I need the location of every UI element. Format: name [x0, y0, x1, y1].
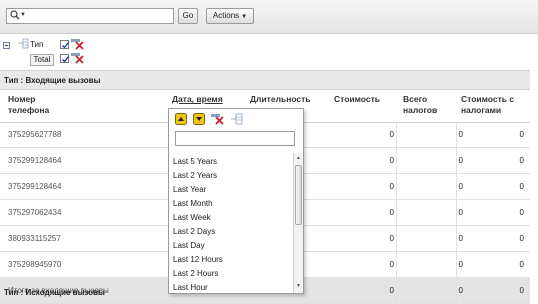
list-item[interactable]: Last Month: [173, 199, 213, 208]
chevron-down-icon: ▼: [241, 14, 248, 20]
list-item[interactable]: Last Day: [173, 241, 205, 250]
search-field[interactable]: ▼: [6, 8, 174, 24]
list-item[interactable]: Last Year: [173, 185, 206, 194]
divider: [456, 252, 457, 278]
group-header: Тип : Входящие вызовы: [0, 70, 530, 90]
divider: [456, 200, 457, 226]
divider: [456, 278, 457, 304]
phone-cell: 375298945970: [8, 260, 62, 269]
list-item[interactable]: Last 2 Days: [173, 227, 215, 236]
scrollbar-thumb[interactable]: [295, 165, 302, 225]
checkmark-icon: [62, 42, 70, 49]
total-sum-cell: 0: [519, 286, 524, 295]
divider: [456, 148, 457, 174]
cost-cell: 0: [389, 234, 394, 243]
taxes-cell: 0: [458, 156, 463, 165]
divider: [396, 278, 397, 304]
control-break-icon[interactable]: [231, 113, 243, 125]
cost-cell: 0: [389, 208, 394, 217]
total-label: Total: [30, 54, 54, 66]
search-input[interactable]: [29, 10, 169, 22]
divider: [396, 122, 397, 148]
cost-cell: 0: [389, 182, 394, 191]
checkmark-icon: [62, 56, 70, 63]
report-toolbar: ▼ Go Actions ▼: [0, 0, 538, 34]
search-column-dropdown-icon[interactable]: ▼: [20, 12, 26, 18]
divider: [456, 122, 457, 148]
control-break-type-label: Тип: [30, 40, 44, 49]
total-enable-checkbox[interactable]: [60, 54, 70, 63]
list-item[interactable]: Last 5 Years: [173, 157, 217, 166]
remove-total-icon[interactable]: [71, 52, 85, 64]
options-scrollbar[interactable]: ▲ ▼: [293, 153, 303, 293]
actions-label: Actions: [212, 11, 240, 20]
total-cell: 0: [519, 130, 524, 139]
column-header-datetime[interactable]: Дата, время: [172, 94, 223, 105]
divider: [396, 174, 397, 200]
remove-filter-icon[interactable]: [71, 38, 85, 50]
column-header-cost-with-taxes[interactable]: Стоимость с налогами: [461, 94, 529, 116]
total-cell: 0: [519, 182, 524, 191]
column-header-phone[interactable]: Номер телефона: [8, 94, 78, 116]
taxes-cell: 0: [458, 234, 463, 243]
list-item[interactable]: Last 2 Years: [173, 171, 217, 180]
list-item[interactable]: Last 12 Hours: [173, 255, 223, 264]
total-cell: 0: [519, 156, 524, 165]
cost-cell: 0: [389, 130, 394, 139]
column-break-icon: [18, 38, 29, 49]
column-heading-menu: Last 5 Years Last 2 Years Last Year Last…: [168, 108, 304, 294]
taxes-cell: 0: [458, 182, 463, 191]
divider: [396, 226, 397, 252]
collapse-icon[interactable]: [3, 42, 10, 49]
cost-cell: 0: [389, 156, 394, 165]
total-cell: 0: [519, 234, 524, 243]
total-taxes-cell: 0: [458, 286, 463, 295]
actions-button[interactable]: Actions ▼: [206, 8, 254, 24]
column-filter-input[interactable]: [175, 131, 295, 146]
filter-options-list: Last 5 Years Last 2 Years Last Year Last…: [169, 153, 293, 293]
scroll-up-icon[interactable]: ▲: [296, 155, 301, 161]
divider: [456, 226, 457, 252]
taxes-cell: 0: [458, 130, 463, 139]
search-icon[interactable]: [10, 10, 20, 20]
column-header-duration[interactable]: Длительность: [250, 94, 311, 105]
cost-cell: 0: [389, 260, 394, 269]
divider: [396, 200, 397, 226]
taxes-cell: 0: [458, 260, 463, 269]
sort-ascending-icon[interactable]: [175, 113, 187, 125]
divider: [456, 174, 457, 200]
hide-column-icon[interactable]: [211, 113, 225, 125]
phone-cell: 375299128464: [8, 182, 62, 191]
next-group-header: Тип : Исходящие вызовы: [4, 288, 105, 297]
scroll-down-icon[interactable]: ▼: [296, 283, 301, 289]
phone-cell: 375299128464: [8, 156, 62, 165]
list-item[interactable]: Last Week: [173, 213, 211, 222]
total-cost-cell: 0: [389, 286, 394, 295]
type-enable-checkbox[interactable]: [60, 40, 70, 49]
phone-cell: 375295627788: [8, 130, 62, 139]
total-cell: 0: [519, 260, 524, 269]
phone-cell: 380933115257: [8, 234, 61, 243]
column-header-cost[interactable]: Стоимость: [334, 94, 380, 105]
sort-descending-icon[interactable]: [193, 113, 205, 125]
list-item[interactable]: Last Hour: [173, 283, 208, 292]
divider: [396, 148, 397, 174]
divider: [396, 252, 397, 278]
column-header-taxes[interactable]: Всего налогов: [403, 94, 447, 116]
taxes-cell: 0: [458, 208, 463, 217]
go-button[interactable]: Go: [178, 8, 198, 24]
list-item[interactable]: Last 2 Hours: [173, 269, 218, 278]
total-cell: 0: [519, 208, 524, 217]
phone-cell: 375297062434: [8, 208, 62, 217]
